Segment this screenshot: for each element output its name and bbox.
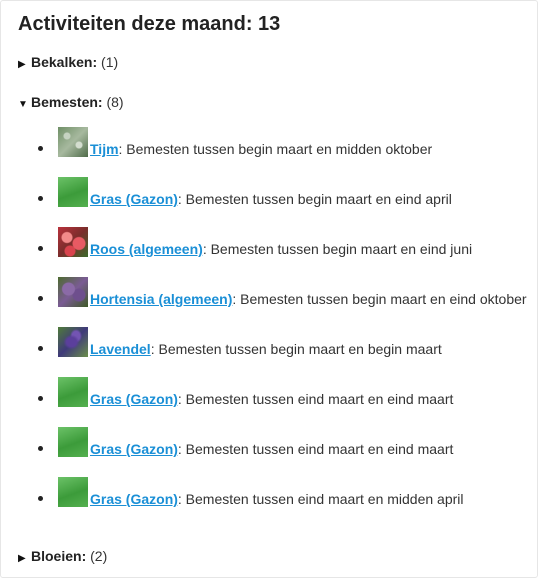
plant-thumbnail[interactable] — [58, 477, 88, 507]
section-count: (8) — [106, 94, 124, 110]
plant-thumbnail[interactable] — [58, 177, 88, 207]
activity-text: : Bemesten tussen begin maart en eind ju… — [202, 241, 473, 257]
section-count: (2) — [90, 548, 108, 564]
activity-text: : Bemesten tussen begin maart en begin m… — [150, 341, 442, 357]
bullet-icon — [38, 246, 43, 251]
bullet-icon — [38, 396, 43, 401]
section-label: Bloeien: — [31, 548, 87, 564]
bullet-icon — [38, 296, 43, 301]
plant-link[interactable]: Hortensia (algemeen) — [90, 291, 232, 307]
activity-text: : Bemesten tussen eind maart en midden a… — [177, 491, 464, 507]
section-count: (1) — [101, 54, 119, 70]
plant-link[interactable]: Tijm — [90, 141, 119, 157]
plant-link[interactable]: Gras (Gazon) — [90, 391, 178, 407]
section-bloeien-toggle[interactable]: ▶ Bloeien: (2) — [18, 546, 107, 569]
bullet-icon — [38, 346, 43, 351]
plant-link[interactable]: Lavendel — [90, 341, 151, 357]
collapse-arrow-icon: ▼ — [18, 99, 28, 110]
plant-thumbnail[interactable] — [58, 377, 88, 407]
activity-text: : Bemesten tussen begin maart en eind ap… — [177, 191, 452, 207]
page-title: Activiteiten deze maand: 13 — [18, 13, 281, 35]
bullet-icon — [38, 446, 43, 451]
bullet-icon — [38, 196, 43, 201]
activity-text: : Bemesten tussen eind maart en eind maa… — [177, 391, 454, 407]
activities-panel: Activiteiten deze maand: 13 ▶ Bekalken: (… — [0, 0, 538, 578]
plant-link[interactable]: Gras (Gazon) — [90, 441, 178, 457]
section-label: Bemesten: — [31, 94, 103, 110]
section-bekalken-toggle[interactable]: ▶ Bekalken: (1) — [18, 52, 118, 75]
plant-thumbnail[interactable] — [58, 277, 88, 307]
plant-thumbnail[interactable] — [58, 127, 88, 157]
plant-link[interactable]: Gras (Gazon) — [90, 491, 178, 507]
plant-link[interactable]: Roos (algemeen) — [90, 241, 203, 257]
plant-thumbnail[interactable] — [58, 427, 88, 457]
expand-arrow-icon: ▶ — [18, 59, 26, 70]
activity-text: : Bemesten tussen begin maart en eind ok… — [232, 291, 527, 307]
section-bemesten-toggle[interactable]: ▼ Bemesten: (8) — [18, 92, 124, 115]
plant-link[interactable]: Gras (Gazon) — [90, 191, 178, 207]
expand-arrow-icon: ▶ — [18, 553, 26, 564]
activity-text: : Bemesten tussen eind maart en eind maa… — [177, 441, 454, 457]
plant-thumbnail[interactable] — [58, 327, 88, 357]
bullet-icon — [38, 146, 43, 151]
activity-text: : Bemesten tussen begin maart en midden … — [118, 141, 433, 157]
bullet-icon — [38, 496, 43, 501]
section-label: Bekalken: — [31, 54, 98, 70]
plant-thumbnail[interactable] — [58, 227, 88, 257]
